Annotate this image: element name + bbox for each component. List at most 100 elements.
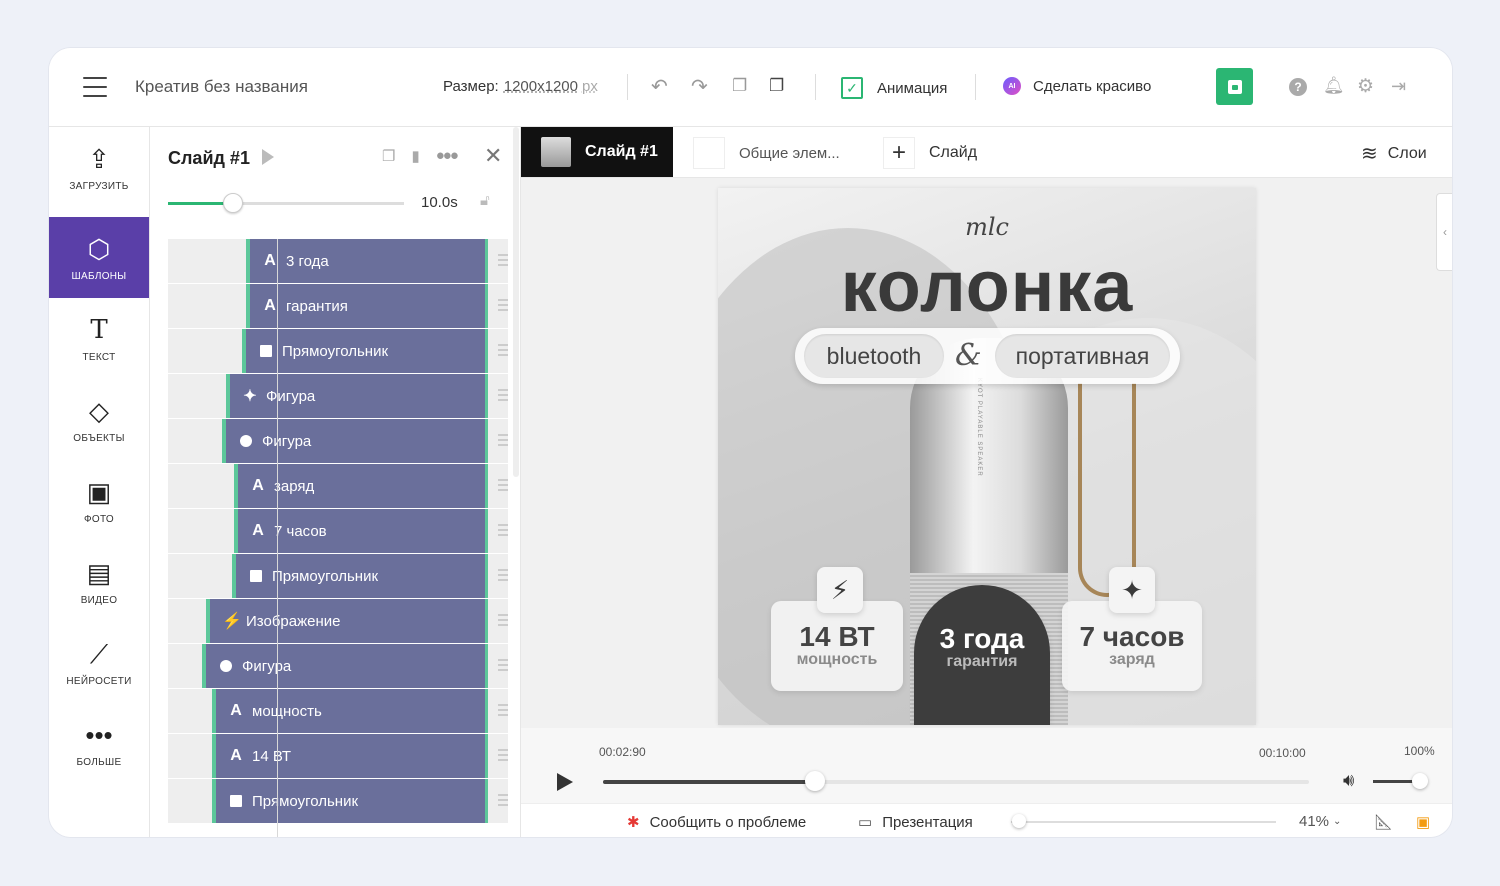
more-options-icon[interactable]: ●●● <box>436 147 459 165</box>
drag-handle-icon[interactable] <box>498 749 508 761</box>
layer-bar[interactable]: Aзаряд <box>234 464 488 508</box>
animation-checkbox[interactable]: ✓ <box>841 77 863 99</box>
layer-row[interactable]: Aзаряд <box>168 464 508 508</box>
size-unit[interactable]: px <box>582 78 598 95</box>
gear-icon[interactable]: ⚙ <box>1357 75 1374 98</box>
animation-toggle[interactable]: ✓ Анимация <box>841 77 947 99</box>
drag-handle-icon[interactable] <box>498 794 508 806</box>
sparkle-icon[interactable]: ✦ <box>1109 567 1155 613</box>
drag-handle-icon[interactable] <box>498 344 508 356</box>
layer-bar[interactable]: Aгарантия <box>246 284 488 328</box>
save-button[interactable] <box>1216 68 1253 105</box>
creative-title[interactable]: Креатив без названия <box>135 77 308 97</box>
card-power[interactable]: 14 ВТ мощность <box>771 601 903 691</box>
drag-handle-icon[interactable] <box>498 389 508 401</box>
headline-text[interactable]: колонка <box>718 246 1256 328</box>
layer-name: 7 часов <box>274 522 327 540</box>
layer-row[interactable]: A 14 ВТ <box>168 734 508 778</box>
drag-handle-icon[interactable] <box>498 254 508 266</box>
timeline-scrubber[interactable] <box>804 771 825 791</box>
pill-portable[interactable]: портативная <box>995 334 1170 378</box>
size-value[interactable]: 1200x1200 <box>504 78 578 95</box>
layer-bar[interactable]: Фигура <box>202 644 488 688</box>
brand-text[interactable]: mlc <box>718 213 1256 241</box>
scrollbar[interactable] <box>513 127 519 477</box>
lightning-icon[interactable]: ⚡︎ <box>817 567 863 613</box>
zoom-slider-track[interactable] <box>1011 821 1276 823</box>
layer-bar[interactable]: Прямоугольник <box>212 779 488 823</box>
unlock-icon[interactable]: 🔓︎ <box>480 192 490 209</box>
logout-icon[interactable]: ⇥ <box>1391 76 1406 97</box>
sidebar-item-objects[interactable]: ◇ ОБЪЕКТЫ <box>49 379 149 460</box>
layer-bar[interactable]: Aмощность <box>212 689 488 733</box>
layers-button[interactable]: ≋ Слои <box>1361 141 1427 166</box>
features-pill-group[interactable]: bluetooth & портативная <box>795 328 1180 384</box>
collapse-panel-icon[interactable]: ‹ <box>1436 193 1452 271</box>
layer-bar[interactable]: Прямоугольник <box>242 329 488 373</box>
ruler-icon[interactable]: 📐︎ <box>1374 813 1393 831</box>
card-warranty[interactable]: 3 года гарантия <box>914 585 1050 725</box>
layer-row[interactable]: A 3 года <box>168 239 508 283</box>
fullscreen-presentation-icon[interactable]: ▣ <box>1416 813 1430 831</box>
presentation-button[interactable]: ▭ Презентация <box>858 813 973 832</box>
trash-icon[interactable]: ▮ <box>411 147 419 165</box>
drag-handle-icon[interactable] <box>498 569 508 581</box>
duration-slider-handle[interactable] <box>222 193 243 213</box>
drag-handle-icon[interactable] <box>498 704 508 716</box>
play-icon[interactable] <box>557 773 573 791</box>
volume-icon[interactable]: 🔊︎ <box>1343 770 1354 791</box>
layer-bar[interactable]: A 3 года <box>246 239 488 283</box>
sidebar-item-video[interactable]: ▤ ВИДЕО <box>49 541 149 622</box>
size-selector[interactable]: Размер: 1200x1200 px <box>443 78 598 95</box>
layer-bar[interactable]: ⚡ Изображение <box>206 599 488 643</box>
report-problem-button[interactable]: ✱ Сообщить о проблеме <box>627 813 806 832</box>
sidebar-item-more[interactable]: ••• БОЛЬШЕ <box>49 703 149 784</box>
layer-row[interactable]: Aмощность <box>168 689 508 733</box>
drag-handle-icon[interactable] <box>498 434 508 446</box>
paste-icon[interactable]: ❐ <box>769 76 784 96</box>
layer-row[interactable]: Aгарантия <box>168 284 508 328</box>
drag-handle-icon[interactable] <box>498 614 508 626</box>
card-charge[interactable]: 7 часов заряд <box>1062 601 1202 691</box>
tab-common-elements[interactable]: Общие элем... <box>693 137 840 169</box>
layer-row[interactable]: Прямоугольник <box>168 554 508 598</box>
layer-row[interactable]: Фигура <box>168 644 508 688</box>
sidebar-item-photo[interactable]: ▣ ФОТО <box>49 460 149 541</box>
drag-handle-icon[interactable] <box>498 659 508 671</box>
pill-bluetooth[interactable]: bluetooth <box>804 334 944 378</box>
make-pretty-button[interactable]: AI Сделать красиво <box>1003 77 1151 95</box>
sidebar-item-upload[interactable]: ⇪ ЗАГРУЗИТЬ <box>49 127 149 208</box>
layer-row[interactable]: ✦ Фигура <box>168 374 508 418</box>
layer-row[interactable]: Фигура <box>168 419 508 463</box>
layer-bar[interactable]: Прямоугольник <box>232 554 488 598</box>
drag-handle-icon[interactable] <box>498 524 508 536</box>
layer-row[interactable]: Прямоугольник <box>168 329 508 373</box>
zoom-select[interactable]: 41% ⌄ <box>1299 813 1341 830</box>
help-icon[interactable]: ? <box>1289 78 1307 96</box>
sidebar-item-text[interactable]: T ТЕКСТ <box>49 298 149 379</box>
bell-icon[interactable]: 🔔︎ <box>1323 76 1345 96</box>
sidebar-item-templates[interactable]: ⬡ ШАБЛОНЫ <box>49 217 149 298</box>
layer-row[interactable]: Прямоугольник <box>168 779 508 823</box>
volume-slider-handle[interactable] <box>1412 773 1428 789</box>
design-canvas[interactable]: KYOT PLAYABLE SPEAKER mlc колонка blueto… <box>718 188 1256 725</box>
layer-bar[interactable]: Фигура <box>222 419 488 463</box>
tab-slide-1[interactable]: Слайд #1 <box>521 127 673 177</box>
layer-bar[interactable]: ✦ Фигура <box>226 374 488 418</box>
layer-bar[interactable]: A 7 часов <box>234 509 488 553</box>
layer-bar[interactable]: A 14 ВТ <box>212 734 488 778</box>
zoom-slider-handle[interactable] <box>1011 814 1026 828</box>
layer-row[interactable]: ⚡ Изображение <box>168 599 508 643</box>
duplicate-icon[interactable]: ❐ <box>382 147 395 165</box>
layer-row[interactable]: A 7 часов <box>168 509 508 553</box>
redo-icon[interactable]: ↷ <box>691 74 708 99</box>
play-slide-icon[interactable] <box>262 149 274 165</box>
sidebar-item-neural[interactable]: ⟋ НЕЙРОСЕТИ <box>49 622 149 703</box>
undo-icon[interactable]: ↶ <box>651 74 668 99</box>
copy-icon[interactable]: ❐ <box>732 76 747 96</box>
drag-handle-icon[interactable] <box>498 479 508 491</box>
close-icon[interactable]: ✕ <box>484 143 502 169</box>
add-slide-button[interactable]: + Слайд <box>883 137 977 169</box>
drag-handle-icon[interactable] <box>498 299 508 311</box>
hamburger-menu-icon[interactable] <box>83 77 107 97</box>
